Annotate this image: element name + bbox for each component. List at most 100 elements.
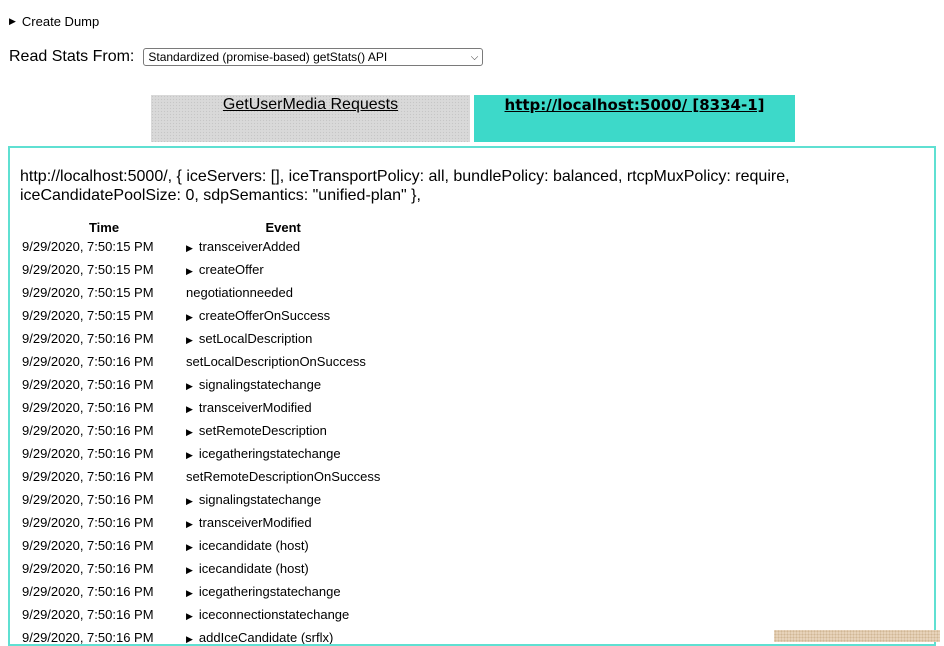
event-row[interactable]: 9/29/2020, 7:50:15 PM ▶ createOffer [22,258,380,281]
event-cell[interactable]: ▶ transceiverAdded [186,235,380,258]
event-row[interactable]: 9/29/2020, 7:50:16 PM ▶ icecandidate (host… [22,557,380,580]
triangle-right-icon: ▶ [186,634,193,644]
event-time: 9/29/2020, 7:50:16 PM [22,423,154,438]
stats-api-select[interactable]: Standardized (promise-based) getStats() … [143,48,484,66]
event-time: 9/29/2020, 7:50:16 PM [22,469,154,484]
event-time: 9/29/2020, 7:50:16 PM [22,400,154,415]
triangle-right-icon: ▶ [186,381,193,391]
event-time: 9/29/2020, 7:50:16 PM [22,446,154,461]
read-stats-label: Read Stats From: [9,48,135,65]
triangle-right-icon: ▶ [186,312,193,322]
event-name: icecandidate (host) [198,561,309,576]
column-header-time: Time [88,219,120,235]
event-cell[interactable]: ▶ createOffer [186,258,380,281]
event-name: transceiverModified [198,515,312,530]
triangle-right-icon: ▶ [186,519,193,529]
event-name: negotiationneeded [186,285,293,300]
event-row[interactable]: 9/29/2020, 7:50:16 PM ▶ icegatheringstatec… [22,580,380,603]
event-time: 9/29/2020, 7:50:15 PM [22,239,154,254]
create-dump-toggle[interactable]: ▶ Create Dump [9,14,99,29]
event-time: 9/29/2020, 7:50:16 PM [22,492,154,507]
event-cell: setRemoteDescriptionOnSuccess [186,465,380,488]
triangle-right-icon: ▶ [186,335,193,345]
event-name: setLocalDescriptionOnSuccess [186,354,366,369]
event-name: icegatheringstatechange [198,446,341,461]
event-name: createOfferOnSuccess [198,308,331,323]
event-row[interactable]: 9/29/2020, 7:50:16 PM ▶ setLocalDescriptio… [22,327,380,350]
event-row[interactable]: 9/29/2020, 7:50:16 PM ▶ transceiverModifie… [22,511,380,534]
event-row[interactable]: 9/29/2020, 7:50:16 PM ▶ iceconnectionstate… [22,603,380,626]
event-row[interactable]: 9/29/2020, 7:50:16 PM ▶ setRemoteDescripti… [22,419,380,442]
event-name: icecandidate (host) [198,538,309,553]
triangle-right-icon: ▶ [186,243,193,253]
event-row: 9/29/2020, 7:50:16 PM setRemoteDescriptio… [22,465,380,488]
peer-connection-panel: http://localhost:5000/, { iceServers: []… [8,146,936,646]
event-cell[interactable]: ▶ setRemoteDescription [186,419,380,442]
event-name: signalingstatechange [198,377,322,392]
event-cell[interactable]: ▶ icecandidate (host) [186,557,380,580]
peer-connection-config: http://localhost:5000/, { iceServers: []… [20,168,790,204]
triangle-right-icon: ▶ [186,404,193,414]
triangle-right-icon: ▶ [186,496,193,506]
event-time: 9/29/2020, 7:50:16 PM [22,584,154,599]
event-log-table: Time Event 9/29/2020, 7:50:15 PM ▶ transce… [22,219,380,645]
event-row[interactable]: 9/29/2020, 7:50:16 PM ▶ transceiverModifie… [22,396,380,419]
event-row: 9/29/2020, 7:50:16 PM setLocalDescription… [22,350,380,373]
event-cell[interactable]: ▶ iceconnectionstatechange [186,603,380,626]
event-name: transceiverAdded [198,239,301,254]
event-row: 9/29/2020, 7:50:15 PM negotiationneeded [22,281,380,304]
event-row[interactable]: 9/29/2020, 7:50:16 PM ▶ addIceCandidate (s… [22,626,380,645]
event-row[interactable]: 9/29/2020, 7:50:15 PM ▶ createOfferOnSucce… [22,304,380,327]
event-time: 9/29/2020, 7:50:15 PM [22,285,154,300]
column-header-event: Event [265,219,301,235]
event-row[interactable]: 9/29/2020, 7:50:16 PM ▶ icecandidate (host… [22,534,380,557]
create-dump-label: Create Dump [21,14,100,29]
triangle-right-icon: ▶ [186,266,193,276]
triangle-right-icon: ▶ [186,450,193,460]
event-cell[interactable]: ▶ icecandidate (host) [186,534,380,557]
event-time: 9/29/2020, 7:50:16 PM [22,515,154,530]
triangle-right-icon: ▶ [9,16,16,26]
event-cell[interactable]: ▶ signalingstatechange [186,373,380,396]
event-cell[interactable]: ▶ createOfferOnSuccess [186,304,380,327]
event-time: 9/29/2020, 7:50:15 PM [22,308,154,323]
event-cell[interactable]: ▶ addIceCandidate (srflx) [186,626,380,645]
triangle-right-icon: ▶ [186,588,193,598]
event-time: 9/29/2020, 7:50:16 PM [22,331,154,346]
tab-peer-connection[interactable]: http://localhost:5000/ [8334-1] [474,95,795,142]
event-name: setRemoteDescriptionOnSuccess [186,469,381,484]
triangle-right-icon: ▶ [186,427,193,437]
event-name: addIceCandidate (srflx) [198,630,334,645]
event-time: 9/29/2020, 7:50:16 PM [22,630,154,645]
triangle-right-icon: ▶ [186,542,193,552]
event-time: 9/29/2020, 7:50:16 PM [22,607,154,622]
event-name: iceconnectionstatechange [198,607,350,622]
event-cell[interactable]: ▶ icegatheringstatechange [186,580,380,603]
event-time: 9/29/2020, 7:50:16 PM [22,377,154,392]
event-time: 9/29/2020, 7:50:16 PM [22,561,154,576]
event-time: 9/29/2020, 7:50:16 PM [22,354,154,369]
bottom-decoration [774,630,940,642]
event-name: createOffer [198,262,264,277]
event-row[interactable]: 9/29/2020, 7:50:16 PM ▶ signalingstatechan… [22,373,380,396]
event-row[interactable]: 9/29/2020, 7:50:16 PM ▶ icegatheringstatec… [22,442,380,465]
event-cell[interactable]: ▶ icegatheringstatechange [186,442,380,465]
event-cell[interactable]: ▶ setLocalDescription [186,327,380,350]
event-name: icegatheringstatechange [198,584,341,599]
event-name: setRemoteDescription [198,423,327,438]
triangle-right-icon: ▶ [186,611,193,621]
stats-api-selected-value: Standardized (promise-based) getStats() … [148,50,388,64]
event-cell[interactable]: ▶ transceiverModified [186,396,380,419]
read-stats-row: Read Stats From: Standardized (promise-b… [9,48,484,66]
event-row[interactable]: 9/29/2020, 7:50:16 PM ▶ signalingstatechan… [22,488,380,511]
tab-getusermedia-requests[interactable]: GetUserMedia Requests [151,95,470,142]
event-cell: negotiationneeded [186,281,380,304]
event-time: 9/29/2020, 7:50:15 PM [22,262,154,277]
event-cell: setLocalDescriptionOnSuccess [186,350,380,373]
event-cell[interactable]: ▶ signalingstatechange [186,488,380,511]
event-name: setLocalDescription [198,331,313,346]
event-cell[interactable]: ▶ transceiverModified [186,511,380,534]
event-row[interactable]: 9/29/2020, 7:50:15 PM ▶ transceiverAdded [22,235,380,258]
event-time: 9/29/2020, 7:50:16 PM [22,538,154,553]
event-name: transceiverModified [198,400,312,415]
